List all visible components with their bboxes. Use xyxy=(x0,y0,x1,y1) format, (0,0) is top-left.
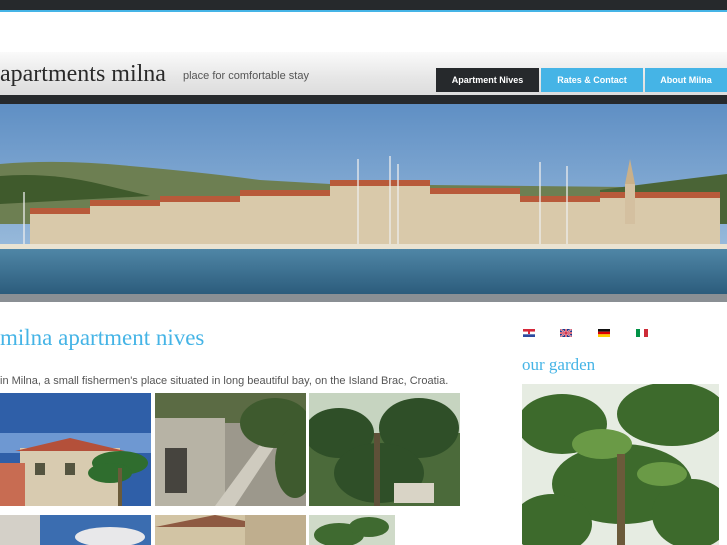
site-logo[interactable]: apartments milna xyxy=(0,61,166,88)
nav-about-milna[interactable]: About Milna xyxy=(645,68,727,92)
page-title: milna apartment nives xyxy=(0,325,205,350)
top-bar xyxy=(0,0,727,10)
photo-palm-fronds[interactable] xyxy=(309,515,395,545)
hero-bottom-band xyxy=(0,294,727,302)
flag-germany-icon[interactable] xyxy=(598,329,610,337)
nav-apartment-nives[interactable]: Apartment Nives xyxy=(436,68,539,92)
top-accent-line xyxy=(0,10,727,12)
photo-house-exterior[interactable] xyxy=(0,393,151,506)
flag-croatia-icon[interactable] xyxy=(523,329,535,337)
nav-rates-contact[interactable]: Rates & Contact xyxy=(541,68,643,92)
site-tagline: place for comfortable stay xyxy=(183,70,309,82)
intro-text: in Milna, a small fishermen's place situ… xyxy=(0,375,449,387)
hero-panorama-image xyxy=(0,104,727,294)
flag-uk-icon[interactable] xyxy=(560,329,572,337)
header-dark-band xyxy=(0,95,727,104)
flag-italy-icon[interactable] xyxy=(636,329,648,337)
photo-rooftops[interactable] xyxy=(155,515,306,545)
photo-garden-palms[interactable] xyxy=(309,393,460,506)
photo-stone-stairs[interactable] xyxy=(155,393,306,506)
photo-palm-sky[interactable] xyxy=(0,515,151,545)
garden-title: our garden xyxy=(522,355,596,374)
garden-photo[interactable] xyxy=(522,384,719,545)
